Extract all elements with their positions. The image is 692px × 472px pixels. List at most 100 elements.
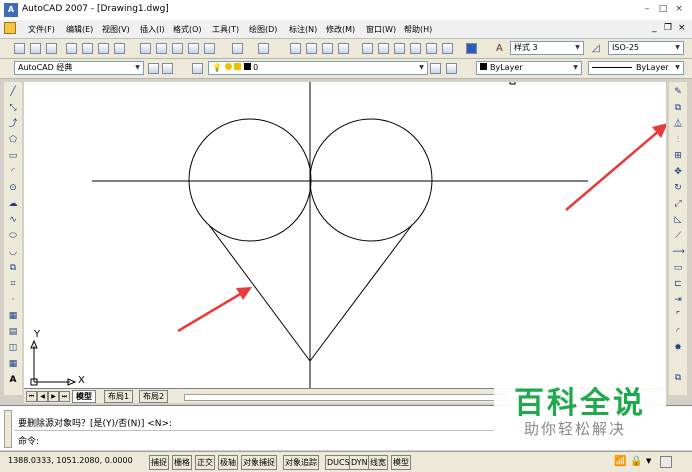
markup-icon[interactable] [426, 43, 437, 54]
menu-insert[interactable]: 插入(I) [140, 24, 165, 35]
otrack-toggle[interactable]: 对象追踪 [283, 455, 319, 470]
print-preview-icon[interactable] [82, 43, 93, 54]
workspace-settings-icon[interactable] [148, 63, 159, 74]
break-icon[interactable]: ⊏ [672, 278, 684, 290]
layer-properties-icon[interactable] [192, 63, 203, 74]
close-button[interactable]: × [672, 3, 686, 16]
offset-icon[interactable]: ⫶ [672, 134, 684, 146]
stretch-icon[interactable]: ◺ [672, 214, 684, 226]
command-window-grip[interactable] [4, 410, 12, 448]
construction-line-icon[interactable]: ⤡ [7, 102, 19, 114]
polygon-icon[interactable]: ⬠ [7, 134, 19, 146]
open-icon[interactable] [30, 43, 41, 54]
menu-window[interactable]: 窗口(W) [366, 24, 396, 35]
mirror-icon[interactable]: ⏅ [672, 118, 684, 130]
maximize-button[interactable]: □ [656, 3, 670, 16]
region-icon[interactable]: ◫ [7, 342, 19, 354]
publish-icon[interactable] [98, 43, 109, 54]
grid-toggle[interactable]: 栅格 [172, 455, 192, 470]
zoom-realtime-icon[interactable] [306, 43, 317, 54]
circle-icon[interactable]: ⊙ [7, 182, 19, 194]
3d-dwf-icon[interactable] [114, 43, 125, 54]
doc-minimize-button[interactable]: _ [652, 23, 657, 33]
trim-icon[interactable]: ⟋ [672, 230, 684, 242]
calculator-icon[interactable] [442, 43, 453, 54]
dim-style-select[interactable]: ISO-25 ▼ [608, 41, 684, 55]
tab-layout1[interactable]: 布局1 [104, 390, 134, 403]
revision-cloud-icon[interactable]: ☁ [7, 198, 19, 210]
ellipse-arc-icon[interactable]: ◡ [7, 246, 19, 258]
hatch-icon[interactable]: ▦ [7, 310, 19, 322]
lineweight-toggle[interactable]: 线宽 [368, 455, 388, 470]
pan-icon[interactable] [290, 43, 301, 54]
undo-icon[interactable] [232, 43, 243, 54]
status-menu-arrow-icon[interactable]: ▼ [646, 457, 651, 465]
move-icon[interactable]: ✥ [672, 166, 684, 178]
draw-order-icon[interactable]: ⧉ [672, 372, 684, 384]
arc-icon[interactable]: ◜ [7, 166, 19, 178]
color-select[interactable]: ByLayer ▼ [476, 61, 582, 75]
design-center-icon[interactable] [378, 43, 389, 54]
paste-icon[interactable] [172, 43, 183, 54]
menu-file[interactable]: 文件(F) [28, 24, 55, 35]
chamfer-icon[interactable]: ⌜ [672, 310, 684, 322]
erase-icon[interactable]: ✎ [672, 86, 684, 98]
menu-view[interactable]: 视图(V) [102, 24, 130, 35]
array-icon[interactable]: ⊞ [672, 150, 684, 162]
save-workspace-icon[interactable] [162, 63, 173, 74]
block-editor-icon[interactable] [204, 43, 215, 54]
minimize-button[interactable]: – [640, 3, 654, 16]
menu-tools[interactable]: 工具(T) [212, 24, 239, 35]
cut-icon[interactable] [140, 43, 151, 54]
point-icon[interactable]: · [7, 294, 19, 306]
horizontal-scrollbar[interactable] [184, 394, 506, 401]
command-prompt[interactable]: 命令: [18, 434, 39, 447]
scale-icon[interactable]: ⤢ [672, 198, 684, 210]
tab-layout2[interactable]: 布局2 [139, 390, 169, 403]
text-style-select[interactable]: 样式 3 ▼ [510, 41, 584, 55]
join-icon[interactable]: ⇥ [672, 294, 684, 306]
print-icon[interactable] [66, 43, 77, 54]
menu-edit[interactable]: 编辑(E) [66, 24, 93, 35]
copy-object-icon[interactable]: ⧉ [672, 102, 684, 114]
fillet-icon[interactable]: ◜ [672, 326, 684, 338]
polyline-icon[interactable]: ⤴ [7, 118, 19, 130]
linetype-select[interactable]: ByLayer ▼ [588, 61, 684, 75]
make-block-icon[interactable]: ⌗ [7, 278, 19, 290]
rectangle-icon[interactable]: ▭ [7, 150, 19, 162]
lock-icon[interactable]: 🔒 [630, 456, 642, 468]
tool-palettes-icon[interactable] [394, 43, 405, 54]
insert-block-icon[interactable]: ⧉ [7, 262, 19, 274]
polar-toggle[interactable]: 极轴 [218, 455, 238, 470]
zoom-window-icon[interactable] [322, 43, 333, 54]
layer-previous-icon[interactable] [446, 63, 457, 74]
tab-model[interactable]: 模型 [72, 390, 96, 403]
menu-modify[interactable]: 修改(M) [326, 24, 355, 35]
menu-format[interactable]: 格式(O) [173, 24, 202, 35]
zoom-previous-icon[interactable] [338, 43, 349, 54]
extend-icon[interactable]: ⟶ [672, 246, 685, 258]
next-tab-button[interactable]: ▶ [48, 391, 59, 402]
clean-screen-icon[interactable] [660, 456, 672, 468]
save-icon[interactable] [46, 43, 57, 54]
table-icon[interactable]: ▦ [7, 358, 19, 370]
ducs-toggle[interactable]: DUCS [325, 455, 352, 470]
doc-restore-button[interactable]: ❐ [664, 23, 672, 33]
break-at-point-icon[interactable]: ▭ [672, 262, 684, 274]
doc-close-button[interactable]: × [678, 23, 686, 33]
properties-icon[interactable] [362, 43, 373, 54]
model-space-toggle[interactable]: 模型 [391, 455, 411, 470]
ellipse-icon[interactable]: ⬭ [7, 230, 19, 242]
ortho-toggle[interactable]: 正交 [195, 455, 215, 470]
first-tab-button[interactable]: ⏮ [26, 391, 37, 402]
menu-dimension[interactable]: 标注(N) [289, 24, 317, 35]
gradient-icon[interactable]: ▤ [7, 326, 19, 338]
menu-help[interactable]: 帮助(H) [404, 24, 432, 35]
menu-draw[interactable]: 绘图(D) [249, 24, 277, 35]
coordinates-readout[interactable]: 1388.0333, 1051.2080, 0.0000 [8, 456, 133, 465]
prev-tab-button[interactable]: ◀ [37, 391, 48, 402]
osnap-toggle[interactable]: 对象捕捉 [241, 455, 277, 470]
communication-center-icon[interactable]: 📶 [614, 456, 626, 468]
new-icon[interactable] [14, 43, 25, 54]
copy-icon[interactable] [156, 43, 167, 54]
